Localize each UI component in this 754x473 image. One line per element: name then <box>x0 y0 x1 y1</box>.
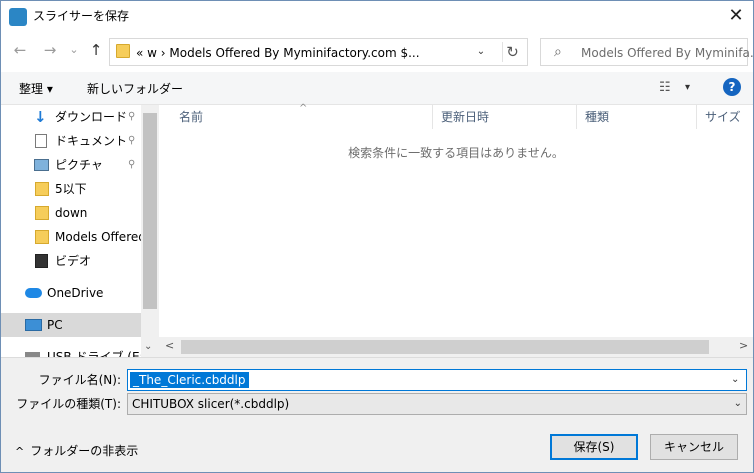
help-icon[interactable]: ? <box>723 78 741 96</box>
sidebar-item-label: down <box>55 206 88 220</box>
sidebar-item-label: 5以下 <box>55 182 87 196</box>
organize-menu[interactable]: 整理 ▾ <box>19 81 53 97</box>
breadcrumb[interactable]: « w › Models Offered By Myminifactory.co… <box>136 45 420 61</box>
address-bar[interactable]: « w › Models Offered By Myminifactory.co… <box>109 38 528 66</box>
column-header-size[interactable]: サイズ <box>697 105 753 129</box>
sidebar-item-label: OneDrive <box>47 286 104 300</box>
pin-icon: ⚲ <box>128 135 136 146</box>
sidebar-scrollbar[interactable]: ⌄ <box>141 105 159 357</box>
save-button[interactable]: 保存(S) <box>550 434 638 460</box>
pin-icon: ⚲ <box>128 159 136 170</box>
sidebar-item-label: ビデオ <box>55 254 92 268</box>
sidebar-item-label: USB ドライブ (E:) <box>47 350 141 357</box>
sidebar-item-label: ダウンロード <box>55 110 128 124</box>
filename-field[interactable]: _The_Cleric.cbddlp ⌄ <box>127 369 747 391</box>
new-folder-button[interactable]: 新しいフォルダー <box>87 81 183 97</box>
chevron-left-icon[interactable]: < <box>165 339 174 352</box>
title-bar: スライサーを保存 ✕ <box>1 1 753 32</box>
scrollbar-thumb[interactable] <box>143 113 157 309</box>
hide-folders-label: フォルダーの非表示 <box>30 444 139 458</box>
download-icon: ↓ <box>34 108 47 126</box>
sidebar-item-label: ピクチャ <box>55 158 103 172</box>
chevron-down-icon[interactable]: ⌄ <box>472 43 490 61</box>
chevron-down-icon[interactable]: ⌄ <box>731 372 739 388</box>
filename-value[interactable]: _The_Cleric.cbddlp <box>130 372 249 388</box>
filetype-label: ファイルの種類(T): <box>16 397 121 411</box>
sidebar-item-usb-drive[interactable]: USB ドライブ (E:) <box>1 345 141 357</box>
chevron-down-icon[interactable]: ⌄ <box>734 396 742 412</box>
sidebar-item-pictures[interactable]: ピクチャ ⚲ <box>1 153 141 177</box>
back-arrow-icon[interactable]: ← <box>11 41 29 59</box>
sidebar-item-onedrive[interactable]: OneDrive <box>1 281 141 305</box>
column-header-name[interactable]: 名前 <box>159 105 433 129</box>
navigation-pane: ↓ ダウンロード ⚲ ドキュメント ⚲ ピクチャ ⚲ 5以下 down Mode… <box>1 105 141 357</box>
command-bar: 整理 ▾ 新しいフォルダー ☷ ▾ ? <box>1 72 753 105</box>
recent-locations-icon[interactable]: ⌄ <box>65 41 83 59</box>
up-arrow-icon[interactable]: ↑ <box>87 41 105 59</box>
sidebar-item-pc[interactable]: PC <box>1 313 141 337</box>
save-form: ファイル名(N): _The_Cleric.cbddlp ⌄ ファイルの種類(T… <box>1 357 753 472</box>
scrollbar-thumb[interactable] <box>181 340 709 354</box>
sidebar-item-documents[interactable]: ドキュメント ⚲ <box>1 129 141 153</box>
sidebar-item-label: PC <box>47 318 63 332</box>
sidebar-item-folder-down[interactable]: down <box>1 201 141 225</box>
chevron-right-icon[interactable]: > <box>739 339 748 352</box>
forward-arrow-icon[interactable]: → <box>41 41 59 59</box>
view-dropdown-icon[interactable]: ▾ <box>685 80 690 96</box>
folder-icon <box>35 206 49 220</box>
horizontal-scrollbar[interactable]: < > <box>159 337 753 357</box>
pc-icon <box>25 319 42 331</box>
file-list: 名前 ^ 更新日時 種類 サイズ 検索条件に一致する項目はありません。 < > <box>159 103 753 357</box>
navigation-bar: ← → ⌄ ↑ « w › Models Offered By Myminifa… <box>1 32 754 72</box>
column-header-modified[interactable]: 更新日時 <box>433 105 577 129</box>
chevron-up-icon: ^ <box>15 445 25 458</box>
chevron-down-icon[interactable]: ⌄ <box>144 341 152 352</box>
sidebar-item-label: ドキュメント <box>55 134 128 148</box>
search-box[interactable]: ⌕ Models Offered By Myminifa... <box>540 38 754 66</box>
folder-icon <box>35 230 49 244</box>
pin-icon: ⚲ <box>128 111 136 122</box>
window-title: スライサーを保存 <box>33 9 130 23</box>
filetype-select[interactable]: CHITUBOX slicer(*.cbddlp) ⌄ <box>127 393 747 415</box>
refresh-icon[interactable]: ↻ <box>502 42 522 62</box>
sort-ascending-icon: ^ <box>299 103 308 114</box>
cancel-button[interactable]: キャンセル <box>650 434 738 460</box>
search-icon: ⌕ <box>554 44 562 60</box>
sidebar-item-folder-models[interactable]: Models Offered <box>1 225 141 249</box>
empty-message: 検索条件に一致する項目はありません。 <box>348 146 564 160</box>
document-icon <box>35 134 47 148</box>
close-icon[interactable]: ✕ <box>721 4 751 28</box>
view-options-icon[interactable]: ☷ <box>659 80 677 96</box>
app-icon <box>9 8 27 26</box>
filename-label: ファイル名(N): <box>38 373 121 387</box>
save-dialog: スライサーを保存 ✕ ← → ⌄ ↑ « w › Models Offered … <box>0 0 754 473</box>
search-input[interactable]: Models Offered By Myminifa... <box>581 45 754 61</box>
column-header-type[interactable]: 種類 <box>577 105 697 129</box>
onedrive-icon <box>25 288 42 298</box>
folder-icon <box>35 182 49 196</box>
sidebar-item-videos[interactable]: ビデオ <box>1 249 141 273</box>
pictures-icon <box>34 159 49 171</box>
sidebar-item-folder-5ika[interactable]: 5以下 <box>1 177 141 201</box>
sidebar-item-downloads[interactable]: ↓ ダウンロード ⚲ <box>1 105 141 129</box>
hide-folders-toggle[interactable]: ^ フォルダーの非表示 <box>15 443 138 460</box>
video-icon <box>35 254 48 268</box>
sidebar-item-label: Models Offered <box>55 230 141 244</box>
folder-icon <box>116 44 130 58</box>
filetype-value: CHITUBOX slicer(*.cbddlp) <box>132 397 290 411</box>
